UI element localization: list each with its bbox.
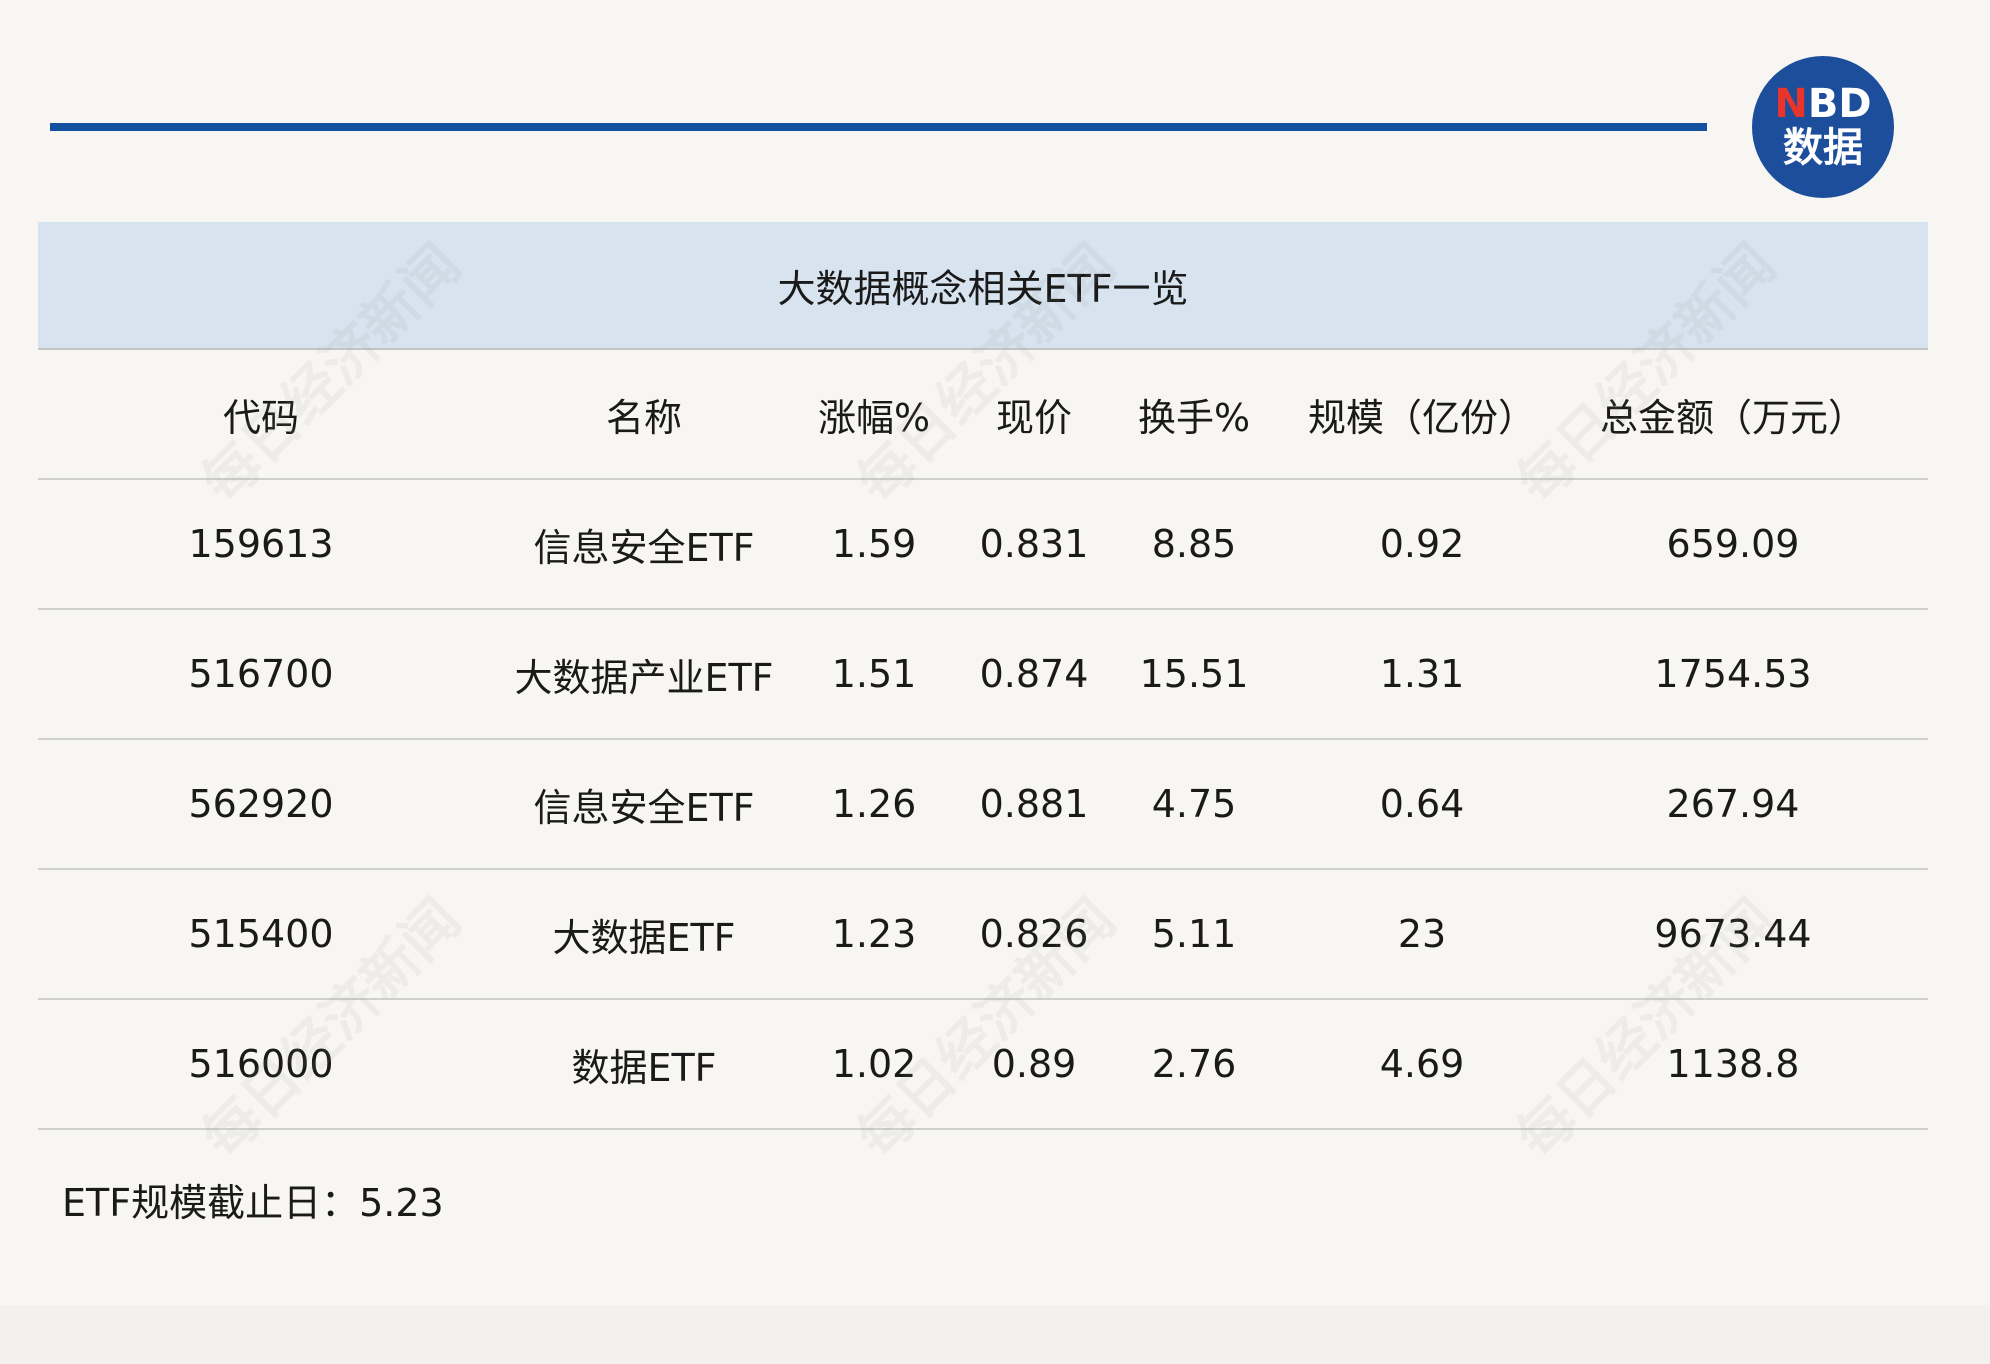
header-code: 代码 <box>222 395 299 440</box>
header-name: 名称 <box>605 395 682 440</box>
nbd-data-logo: NBD 数据 <box>1752 56 1894 198</box>
cell-price: 0.826 <box>979 912 1089 956</box>
table-header-row: 代码 名称 涨幅% 现价 换手% 规模（亿份） 总金额（万元） <box>38 350 1928 480</box>
cell-scale: 23 <box>1397 912 1447 956</box>
cell-name: 信息安全ETF <box>533 785 755 830</box>
table-row: 159613 信息安全ETF 1.59 0.831 8.85 0.92 659.… <box>38 480 1928 610</box>
header-total-amount: 总金额（万元） <box>1599 395 1866 440</box>
header-change-pct: 涨幅% <box>817 395 931 440</box>
cell-price: 0.881 <box>979 782 1089 826</box>
table-row: 515400 大数据ETF 1.23 0.826 5.11 23 9673.44 <box>38 870 1928 1000</box>
cell-scale: 0.64 <box>1379 782 1465 826</box>
header-price: 现价 <box>995 395 1072 440</box>
cell-total-amount: 9673.44 <box>1654 912 1812 956</box>
scale-date-footnote: ETF规模截止日：5.23 <box>62 1181 444 1225</box>
cell-code: 159613 <box>188 522 334 566</box>
cell-total-amount: 1754.53 <box>1654 652 1812 696</box>
cell-name: 大数据ETF <box>552 915 736 960</box>
header-turnover-pct: 换手% <box>1137 395 1251 440</box>
top-accent-rule <box>50 123 1707 131</box>
cell-change-pct: 1.23 <box>831 912 917 956</box>
cell-code: 562920 <box>188 782 334 826</box>
cell-price: 0.874 <box>979 652 1089 696</box>
cell-change-pct: 1.02 <box>831 1042 917 1086</box>
cell-price: 0.831 <box>979 522 1089 566</box>
table-row: 516000 数据ETF 1.02 0.89 2.76 4.69 1138.8 <box>38 1000 1928 1130</box>
cell-code: 516700 <box>188 652 334 696</box>
cell-code: 515400 <box>188 912 334 956</box>
cell-total-amount: 1138.8 <box>1666 1042 1800 1086</box>
cell-change-pct: 1.51 <box>831 652 917 696</box>
cell-name: 信息安全ETF <box>533 525 755 570</box>
cell-turnover-pct: 2.76 <box>1151 1042 1237 1086</box>
page-canvas: NBD 数据 大数据概念相关ETF一览 代码 名称 涨幅% 现价 换手% 规模（… <box>0 0 1990 1305</box>
logo-letter-n: N <box>1774 81 1808 127</box>
cell-scale: 0.92 <box>1379 522 1465 566</box>
table-row: 562920 信息安全ETF 1.26 0.881 4.75 0.64 267.… <box>38 740 1928 870</box>
logo-text-nbd: NBD <box>1752 82 1894 126</box>
cell-change-pct: 1.59 <box>831 522 917 566</box>
cell-scale: 1.31 <box>1379 652 1465 696</box>
cell-name: 数据ETF <box>571 1045 717 1090</box>
logo-text-data: 数据 <box>1783 125 1863 171</box>
cell-turnover-pct: 8.85 <box>1151 522 1237 566</box>
logo-letters-bd: BD <box>1807 81 1872 127</box>
etf-table: 大数据概念相关ETF一览 代码 名称 涨幅% 现价 换手% 规模（亿份） 总金额… <box>38 222 1928 1130</box>
cell-name: 大数据产业ETF <box>514 655 774 700</box>
cell-scale: 4.69 <box>1379 1042 1465 1086</box>
cell-turnover-pct: 5.11 <box>1151 912 1237 956</box>
cell-turnover-pct: 15.51 <box>1139 652 1249 696</box>
cell-change-pct: 1.26 <box>831 782 917 826</box>
header-scale: 规模（亿份） <box>1307 395 1536 440</box>
cell-code: 516000 <box>188 1042 334 1086</box>
cell-turnover-pct: 4.75 <box>1151 782 1237 826</box>
cell-price: 0.89 <box>991 1042 1077 1086</box>
table-title: 大数据概念相关ETF一览 <box>38 222 1928 350</box>
table-row: 516700 大数据产业ETF 1.51 0.874 15.51 1.31 17… <box>38 610 1928 740</box>
cell-total-amount: 659.09 <box>1666 522 1800 566</box>
cell-total-amount: 267.94 <box>1666 782 1800 826</box>
